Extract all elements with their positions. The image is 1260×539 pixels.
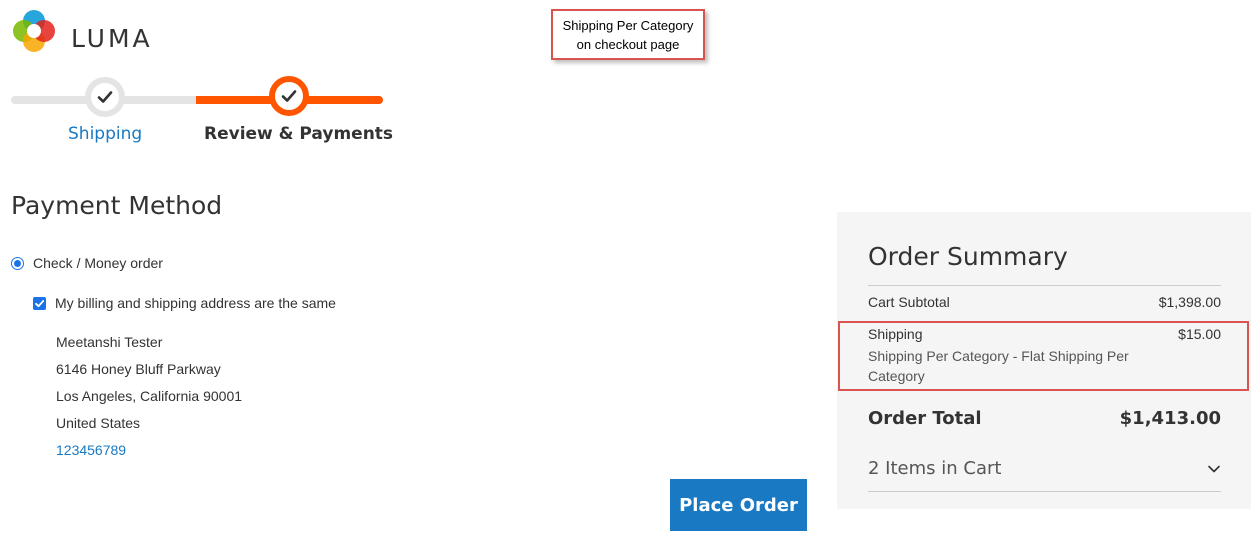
order-total-row: Order Total $1,413.00 [868, 408, 1221, 429]
place-order-button[interactable]: Place Order [670, 479, 807, 531]
shipping-value: $15.00 [1178, 326, 1221, 342]
address-name: Meetanshi Tester [56, 334, 163, 350]
address-city: Los Angeles, California 90001 [56, 388, 243, 404]
checkmark-icon [281, 90, 297, 102]
annotation-callout: Shipping Per Category on checkout page [551, 9, 705, 60]
address-country: United States [56, 415, 141, 431]
address-phone-link[interactable]: 123456789 [56, 437, 242, 464]
step-shipping-link[interactable]: Shipping [68, 124, 142, 144]
checkmark-icon [35, 299, 45, 307]
subtotal-label: Cart Subtotal [868, 294, 950, 310]
checkbox-checked[interactable] [33, 296, 46, 310]
shipping-method-text: Shipping Per Category - Flat Shipping Pe… [868, 348, 1129, 384]
callout-line2: on checkout page [576, 37, 680, 52]
radio-button-selected[interactable] [11, 256, 24, 270]
order-summary: Order Summary Cart Subtotal $1,398.00 Sh… [837, 212, 1251, 509]
step-shipping-check[interactable] [85, 77, 125, 117]
subtotal-row: Cart Subtotal $1,398.00 [868, 294, 1221, 310]
order-summary-title: Order Summary [868, 242, 1068, 271]
billing-address: Meetanshi Tester 6146 Honey Bluff Parkwa… [56, 329, 242, 464]
subtotal-value: $1,398.00 [1158, 294, 1221, 310]
checkmark-icon [97, 91, 113, 103]
payment-option-label[interactable]: Check / Money order [33, 255, 163, 271]
items-in-cart-toggle[interactable]: 2 Items in Cart [868, 458, 1221, 479]
same-address-option[interactable]: My billing and shipping address are the … [33, 295, 336, 311]
shipping-label: Shipping [868, 326, 923, 342]
callout-line1: Shipping Per Category [562, 18, 694, 33]
checkout-progress: Shipping Review & Payments [11, 76, 394, 156]
divider [868, 491, 1221, 492]
address-street: 6146 Honey Bluff Parkway [56, 361, 221, 377]
step-review-check [269, 76, 309, 116]
items-in-cart-label[interactable]: 2 Items in Cart [868, 458, 1001, 479]
luma-logo-icon [13, 10, 55, 52]
luma-logo[interactable]: LUMA [11, 8, 171, 54]
order-total-value: $1,413.00 [1119, 408, 1221, 429]
step-review-label: Review & Payments [204, 124, 394, 144]
same-address-label[interactable]: My billing and shipping address are the … [55, 295, 336, 311]
payment-option-checkmo[interactable]: Check / Money order [11, 255, 163, 271]
payment-method-title: Payment Method [11, 191, 223, 220]
logo-text: LUMA [71, 24, 153, 53]
shipping-row: Shipping $15.00 [868, 326, 1221, 342]
order-total-label: Order Total [868, 408, 982, 429]
divider [868, 285, 1221, 286]
chevron-down-icon[interactable] [1207, 462, 1221, 476]
